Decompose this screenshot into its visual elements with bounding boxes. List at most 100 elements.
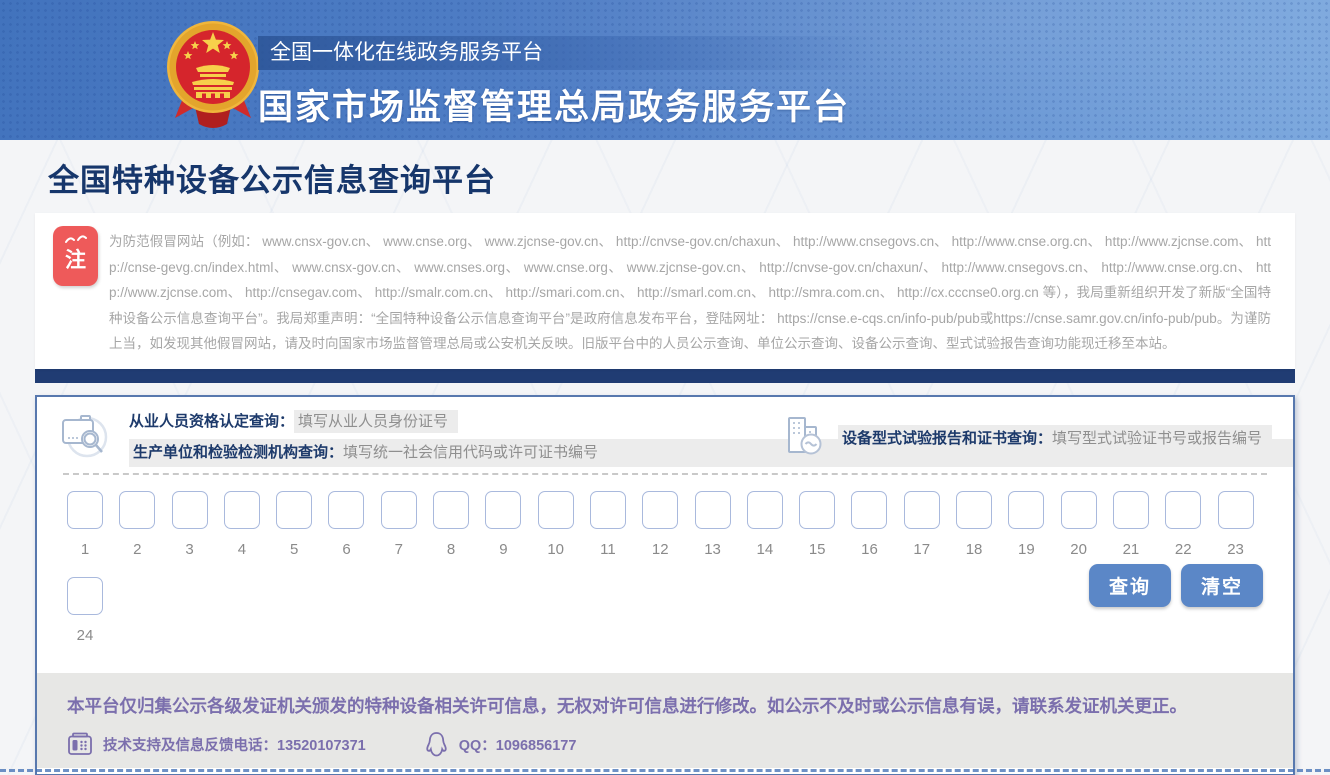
char-index-label: 24 <box>67 627 103 645</box>
char-cell: 23 <box>1218 491 1254 559</box>
char-input[interactable] <box>904 491 940 529</box>
char-input[interactable] <box>119 491 155 529</box>
char-input[interactable] <box>1218 491 1254 529</box>
char-input[interactable] <box>799 491 835 529</box>
char-index-label: 18 <box>956 541 992 559</box>
national-emblem-icon <box>165 18 261 128</box>
char-index-label: 1 <box>67 541 103 559</box>
char-index-label: 14 <box>747 541 783 559</box>
phone-text: 技术支持及信息反馈电话：13520107371 <box>103 734 366 755</box>
note-badge-text: 注 <box>53 248 98 274</box>
char-input[interactable] <box>747 491 783 529</box>
char-input[interactable] <box>1165 491 1201 529</box>
action-buttons: 查询 清空 <box>1089 564 1263 607</box>
char-cell: 20 <box>1061 491 1097 559</box>
char-cell: 5 <box>276 491 312 559</box>
char-index-label: 17 <box>904 541 940 559</box>
query-label: 生产单位和检验检测机构查询： <box>133 444 343 461</box>
query-label: 从业人员资格认定查询： <box>129 413 294 430</box>
char-index-label: 15 <box>799 541 835 559</box>
char-cell: 14 <box>747 491 783 559</box>
char-input[interactable] <box>67 577 103 615</box>
char-input[interactable] <box>1061 491 1097 529</box>
char-index-label: 9 <box>485 541 521 559</box>
char-input[interactable] <box>381 491 417 529</box>
char-index-label: 12 <box>642 541 678 559</box>
char-cell: 6 <box>328 491 364 559</box>
char-cell: 24 <box>67 577 103 645</box>
page-title: 全国特种设备公示信息查询平台 <box>48 155 1330 200</box>
char-input[interactable] <box>276 491 312 529</box>
char-input[interactable] <box>485 491 521 529</box>
char-cell: 16 <box>851 491 887 559</box>
divider-bar <box>35 369 1295 383</box>
attention-note-icon: 注 <box>53 226 98 286</box>
char-index-label: 21 <box>1113 541 1149 559</box>
char-input[interactable] <box>328 491 364 529</box>
char-index-label: 6 <box>328 541 364 559</box>
platform-subtitle: 全国一体化在线政务服务平台 <box>270 41 543 64</box>
char-cell: 18 <box>956 491 992 559</box>
char-index-label: 19 <box>1008 541 1044 559</box>
char-cell: 22 <box>1165 491 1201 559</box>
char-cell: 7 <box>381 491 417 559</box>
char-index-label: 16 <box>851 541 887 559</box>
phone-label: 技术支持及信息反馈电话： <box>103 738 277 754</box>
card-search-icon <box>59 411 109 464</box>
bottom-dashed-divider <box>0 769 1330 772</box>
phone-contact: 技术支持及信息反馈电话：13520107371 <box>67 732 366 757</box>
qq-penguin-icon <box>424 731 449 758</box>
char-input[interactable] <box>851 491 887 529</box>
phone-number: 13520107371 <box>277 738 366 754</box>
query-hint-text: 填写型式试验证书号或报告编号 <box>1052 430 1262 447</box>
char-index-label: 10 <box>538 541 574 559</box>
char-box-grid: 1 2 3 4 5 6 7 8 <box>67 491 1262 645</box>
anti-fake-notice-panel: 注 为防范假冒网站（例如： www.cnsx-gov.cn、 www.cnse.… <box>35 213 1295 369</box>
query-hint-text: 填写统一社会信用代码或许可证书编号 <box>343 444 598 461</box>
char-index-label: 11 <box>590 541 626 559</box>
char-cell: 15 <box>799 491 835 559</box>
char-cell: 8 <box>433 491 469 559</box>
note-squiggle-mark <box>53 232 98 248</box>
char-index-label: 2 <box>119 541 155 559</box>
char-input[interactable] <box>538 491 574 529</box>
fax-phone-icon <box>67 732 93 757</box>
char-index-label: 4 <box>224 541 260 559</box>
char-input[interactable] <box>433 491 469 529</box>
qq-number: 1096856177 <box>496 738 577 754</box>
clear-button[interactable]: 清空 <box>1181 564 1263 607</box>
char-input[interactable] <box>642 491 678 529</box>
char-cell: 10 <box>538 491 574 559</box>
char-index-label: 8 <box>433 541 469 559</box>
platform-subtitle-strip: 全国一体化在线政务服务平台 <box>258 36 878 70</box>
char-input[interactable] <box>67 491 103 529</box>
char-input[interactable] <box>1113 491 1149 529</box>
char-cell: 2 <box>119 491 155 559</box>
char-input[interactable] <box>956 491 992 529</box>
char-input[interactable] <box>172 491 208 529</box>
char-cell: 12 <box>642 491 678 559</box>
char-index-label: 13 <box>695 541 731 559</box>
char-index-label: 5 <box>276 541 312 559</box>
search-button[interactable]: 查询 <box>1089 564 1171 607</box>
panel-footer: 本平台仅归集公示各级发证机关颁发的特种设备相关许可信息，无权对许可信息进行修改。… <box>37 673 1293 768</box>
char-index-label: 23 <box>1218 541 1254 559</box>
code-input-area: 1 2 3 4 5 6 7 8 <box>37 475 1293 649</box>
query-hint-text: 填写从业人员身份证号 <box>294 410 458 433</box>
query-panel: 从业人员资格认定查询：填写从业人员身份证号 生产单位和检验检测机构查询：填写统一… <box>35 395 1295 775</box>
char-input[interactable] <box>695 491 731 529</box>
char-index-label: 22 <box>1165 541 1201 559</box>
qq-contact: QQ：1096856177 <box>424 731 577 758</box>
disclaimer-text: 本平台仅归集公示各级发证机关颁发的特种设备相关许可信息，无权对许可信息进行修改。… <box>67 689 1263 723</box>
query-label: 设备型式试验报告和证书查询： <box>842 430 1052 447</box>
qq-text: QQ：1096856177 <box>459 734 577 755</box>
char-input[interactable] <box>590 491 626 529</box>
query-hints: 从业人员资格认定查询：填写从业人员身份证号 生产单位和检验检测机构查询：填写统一… <box>37 397 1293 473</box>
char-index-label: 3 <box>172 541 208 559</box>
contact-row: 技术支持及信息反馈电话：13520107371 QQ：1096856177 <box>67 731 1263 758</box>
char-cell: 11 <box>590 491 626 559</box>
char-input[interactable] <box>1008 491 1044 529</box>
query-hint-equipment: 设备型式试验报告和证书查询：填写型式试验证书号或报告编号 <box>782 413 1272 464</box>
char-input[interactable] <box>224 491 260 529</box>
platform-title: 国家市场监督管理总局政务服务平台 <box>258 79 878 130</box>
